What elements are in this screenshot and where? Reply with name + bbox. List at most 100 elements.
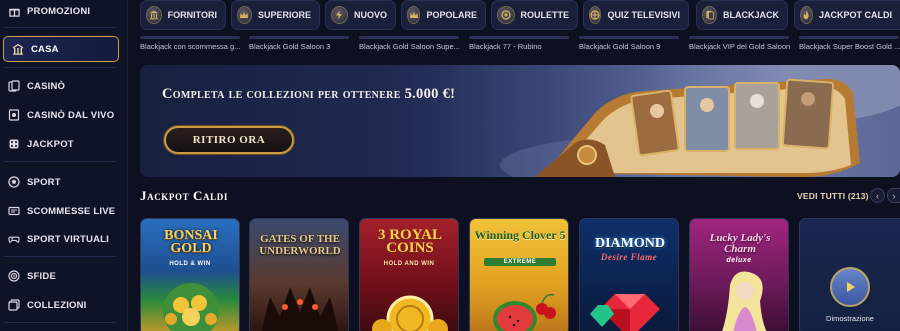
game-name[interactable]: Blackjack Gold Saloon 3 (249, 42, 354, 51)
sidebar-item-casino[interactable]: CASINÒ (0, 73, 120, 99)
sidebar-item-label: CASINÒ (27, 80, 66, 92)
game-name[interactable]: Blackjack Gold Saloon Supe... (359, 42, 464, 51)
carousel-prev-button[interactable]: ‹ (870, 188, 885, 203)
roulette-icon (497, 6, 515, 24)
game-art (261, 287, 339, 331)
cards-icon (8, 80, 20, 92)
category-fornitori[interactable]: FORNITORI (140, 0, 226, 30)
sidebar-divider (4, 27, 116, 28)
lightning-icon (331, 6, 348, 24)
sidebar-item-label: CASA (31, 43, 59, 55)
game-card-3-royal-coins[interactable]: 3 ROYAL COINS HOLD AND WIN (359, 218, 459, 331)
sidebar-item-label: PROMOZIONI (27, 5, 91, 17)
sidebar-divider (4, 256, 116, 257)
chevron-left-icon: ‹ (876, 190, 879, 201)
chevron-right-icon: › (892, 190, 896, 201)
sidebar-divider (4, 161, 116, 162)
sidebar-divider (4, 322, 116, 323)
game-name[interactable]: Blackjack VIP del Gold Saloon (689, 42, 794, 51)
game-thumb-edge (469, 36, 569, 39)
promo-banner: Completa le collezioni per ottenere 5.00… (140, 65, 900, 177)
banner-title: Completa le collezioni per ottenere 5.00… (162, 86, 456, 102)
ticket-icon (8, 205, 20, 217)
sidebar-item-jackpot[interactable]: JACKPOT (0, 131, 120, 157)
category-label: QUIZ TELEVISIVI (607, 10, 680, 20)
game-thumb-edge (579, 36, 679, 39)
sidebar-divider (4, 67, 116, 68)
game-name[interactable]: Blackjack Super Boost Gold ... (799, 42, 900, 51)
category-superiore[interactable]: SUPERIORE (231, 0, 320, 30)
game-subtitle: deluxe (726, 257, 752, 264)
game-title: GATES OF THE UNDERWORLD (259, 233, 341, 257)
category-label: FORNITORI (167, 10, 217, 20)
game-title: DIAMOND (595, 236, 665, 251)
sidebar-item-collezioni[interactable]: COLLEZIONI (0, 292, 120, 318)
category-popolare[interactable]: POPOLARE (401, 0, 486, 30)
game-title: Lucky Lady's Charm (709, 232, 771, 255)
gift-icon (8, 5, 20, 17)
category-quiz-televisivi[interactable]: QUIZ TELEVISIVI (583, 0, 689, 30)
game-subtitle: Desire Flame (600, 252, 658, 262)
sidebar-item-label: SFIDE (27, 270, 56, 282)
flame-icon (800, 6, 813, 24)
game-card-diamond-desire-flame[interactable]: DIAMOND Desire Flame (579, 218, 679, 331)
claim-now-button[interactable]: RITIRO ORA (164, 126, 294, 154)
sidebar-item-label: SPORT (27, 176, 61, 188)
game-name[interactable]: Blackjack con scommessa g... (140, 42, 245, 51)
game-thumb-edge (359, 36, 459, 39)
play-button[interactable] (830, 267, 870, 307)
section-title: Jackpot Caldi (140, 188, 228, 203)
live-icon (8, 109, 20, 121)
game-art (163, 283, 219, 331)
sidebar-item-label: JACKPOT (27, 138, 74, 150)
category-label: POPOLARE (426, 10, 477, 20)
sidebar-item-sfide[interactable]: SFIDE (0, 263, 120, 289)
category-label: ROULETTE (520, 10, 570, 20)
demo-card[interactable]: Dimostrazione (799, 218, 900, 331)
temple-icon (146, 6, 162, 24)
sidebar-item-label: COLLEZIONI (27, 299, 87, 311)
game-thumb-edge (140, 36, 240, 39)
game-card-bonsai-gold[interactable]: BONSAI GOLD HOLD & WIN (140, 218, 240, 331)
game-title: Winning Clover 5 (474, 228, 566, 242)
category-label: JACKPOT CALDI (818, 10, 892, 20)
game-title: 3 ROYAL COINS (377, 227, 443, 256)
page: PROMOZIONI CASA CASINÒ CASINÒ DAL VIVO J… (0, 0, 900, 331)
sidebar-item-label: SCOMMESSE LIVE (27, 205, 116, 217)
game-title: BONSAI GOLD (164, 228, 218, 256)
game-art (590, 294, 660, 331)
crown-icon (407, 6, 421, 24)
stack-icon (8, 299, 20, 311)
category-nuovo[interactable]: NUOVO (325, 0, 396, 30)
category-label: SUPERIORE (257, 10, 311, 20)
carousel-next-button[interactable]: › (887, 188, 900, 203)
game-art (372, 295, 448, 331)
collection-book-illustration (535, 78, 860, 177)
game-card-gates-of-the-underworld[interactable]: GATES OF THE UNDERWORLD (249, 218, 349, 331)
game-name[interactable]: Blackjack 77 - Rubino (469, 42, 574, 51)
game-name[interactable]: Blackjack Gold Saloon 9 (579, 42, 684, 51)
game-subtitle: HOLD AND WIN (383, 261, 435, 267)
game-card-lucky-ladys-charm[interactable]: Lucky Lady's Charm deluxe (689, 218, 789, 331)
gamepad-icon (8, 233, 20, 245)
sidebar-item-sport-virtuali[interactable]: SPORT VIRTUALI (0, 226, 120, 252)
game-art (493, 293, 556, 331)
sidebar-item-scommesse-live[interactable]: SCOMMESSE LIVE (0, 198, 120, 224)
target-icon (8, 270, 20, 282)
category-jackpot-caldi[interactable]: JACKPOT CALDI (794, 0, 900, 30)
category-blackjack[interactable]: BLACKJACK (696, 0, 788, 30)
category-label: BLACKJACK (723, 10, 779, 20)
ball-icon (8, 176, 20, 188)
category-label: NUOVO (353, 10, 387, 20)
sidebar-item-casa[interactable]: CASA (3, 36, 119, 62)
game-card-winning-clover-5[interactable]: Winning Clover 5 EXTREME (469, 218, 569, 331)
crown-icon (237, 6, 252, 24)
play-icon (847, 282, 855, 292)
see-all-link[interactable]: VEDI TUTTI (213) (797, 191, 869, 201)
sidebar-item-promozioni[interactable]: PROMOZIONI (0, 0, 120, 24)
sidebar-item-sport[interactable]: SPORT (0, 169, 120, 195)
category-roulette[interactable]: ROULETTE (491, 0, 578, 30)
blackjack-icon (702, 6, 717, 24)
game-art (722, 271, 767, 331)
sidebar-item-casino-dal-vivo[interactable]: CASINÒ DAL VIVO (0, 102, 120, 128)
